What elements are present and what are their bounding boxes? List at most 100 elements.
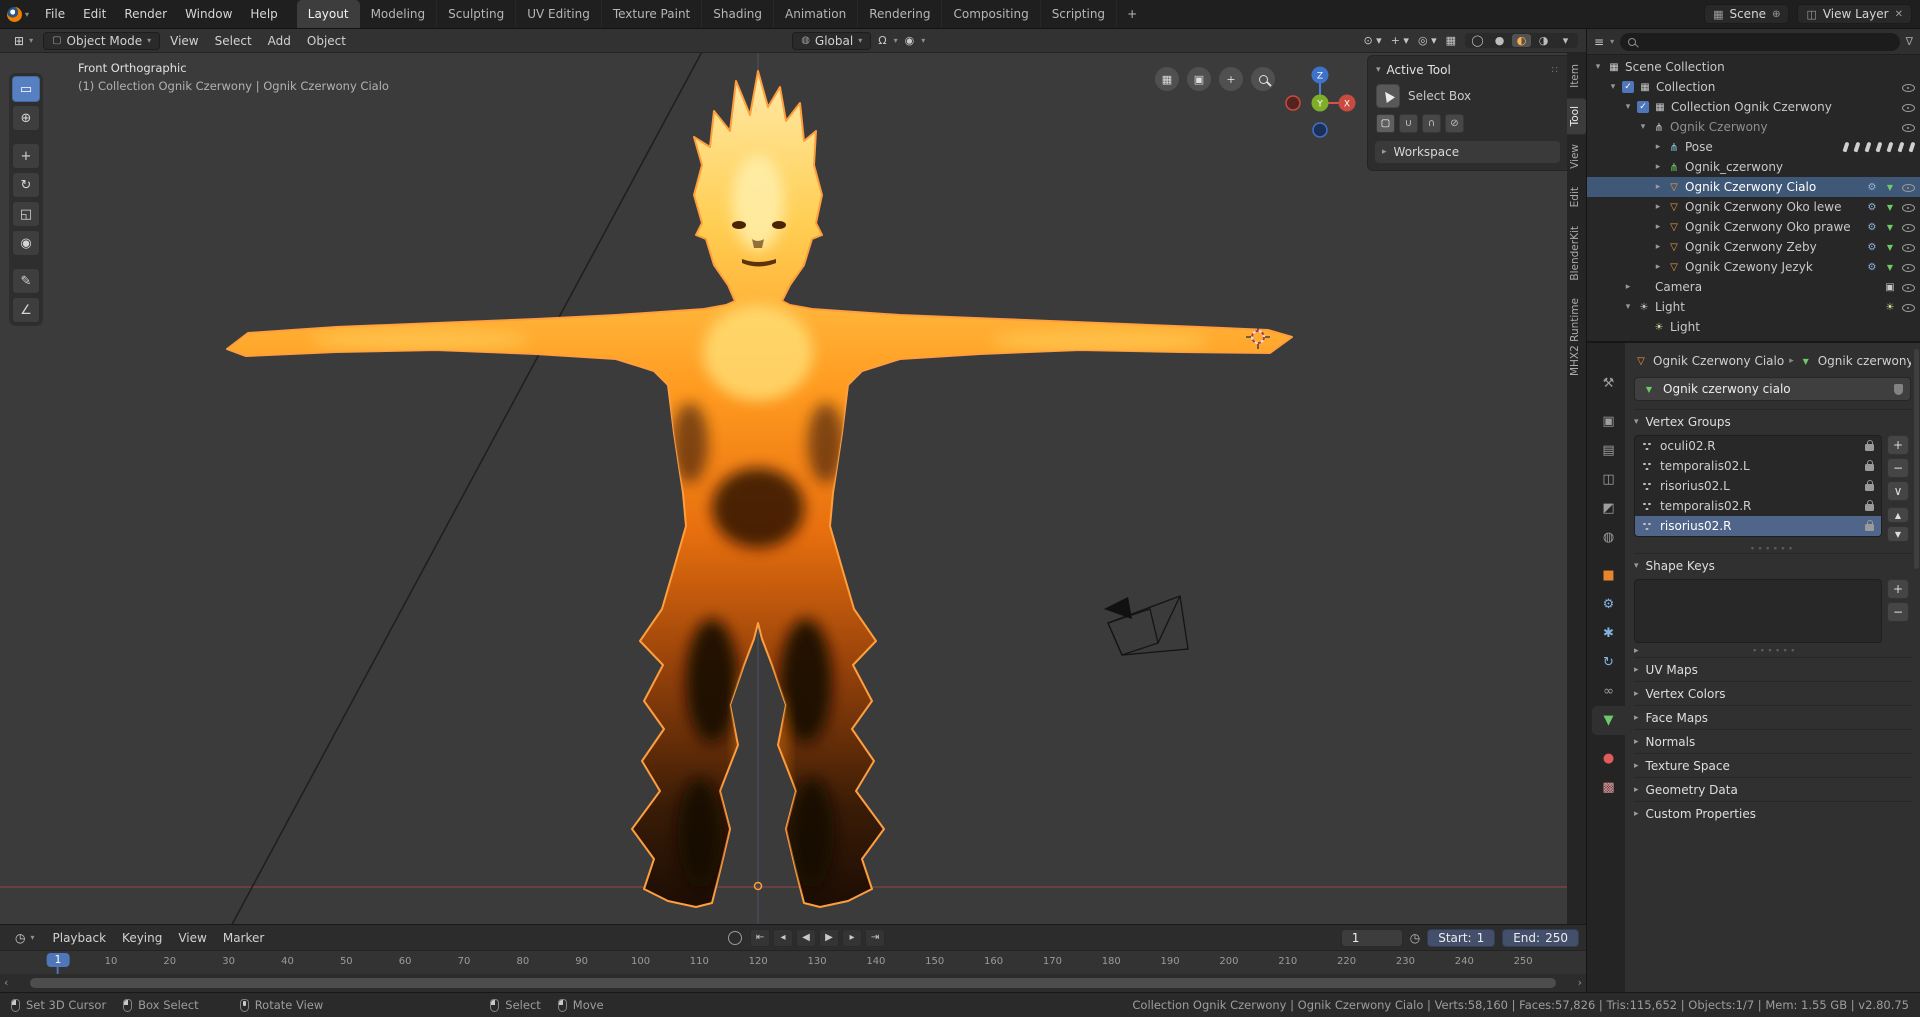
outliner-row[interactable]: ▸ Pose xyxy=(1587,137,1920,157)
timeline-editor-type-button[interactable]: ◷ ▾ xyxy=(7,930,43,946)
shading-material[interactable]: ◐ xyxy=(1512,34,1531,47)
collection-checkbox[interactable] xyxy=(1622,81,1634,93)
material-tab[interactable]: ● xyxy=(1592,744,1625,773)
properties-section-header[interactable]: ▸ Face Maps xyxy=(1634,705,1911,729)
object-data-tab[interactable]: ▼ xyxy=(1592,706,1625,735)
bone-icon[interactable] xyxy=(1908,140,1915,154)
new-scene-button[interactable]: ⊕ xyxy=(1772,9,1780,20)
meshdata-icon[interactable] xyxy=(1883,200,1897,214)
expand-arrow-icon[interactable]: ▸ xyxy=(1653,142,1663,152)
object-tab[interactable]: ■ xyxy=(1592,561,1625,590)
orbit-grid-icon[interactable]: ▦ xyxy=(1155,67,1179,91)
scroll-right-icon[interactable]: › xyxy=(1578,976,1582,989)
navigation-gizmo[interactable]: Z X Y xyxy=(1283,63,1357,139)
properties-section-header[interactable]: ▸ Custom Properties xyxy=(1634,801,1911,825)
properties-scrollbar[interactable] xyxy=(1914,349,1919,569)
eye-icon[interactable] xyxy=(1901,280,1915,294)
jump-to-end[interactable]: ⇥ xyxy=(865,928,886,947)
shading-rendered[interactable]: ◑ xyxy=(1534,34,1553,47)
gizmos-dropdown[interactable]: + ▾ xyxy=(1391,34,1409,47)
expand-arrow-icon[interactable]: ▸ xyxy=(1653,222,1663,232)
proportional-editing-toggle[interactable]: ◉ xyxy=(905,34,915,47)
eye-icon[interactable] xyxy=(1901,200,1915,214)
sidebar-tab[interactable]: Tool xyxy=(1567,97,1586,135)
tool-tab[interactable]: ⚒ xyxy=(1592,369,1625,398)
select-mode-new[interactable]: ▢ xyxy=(1376,114,1395,133)
bone-icon[interactable] xyxy=(1864,140,1871,154)
properties-section-header[interactable]: ▸ Geometry Data xyxy=(1634,777,1911,801)
wrench-icon[interactable] xyxy=(1865,220,1879,234)
vertex-groups-header[interactable]: ▾ Vertex Groups xyxy=(1634,409,1911,433)
lock-icon[interactable] xyxy=(1865,520,1874,531)
topbar-menu[interactable]: Help xyxy=(241,0,286,28)
eye-icon[interactable] xyxy=(1901,220,1915,234)
expand-arrow-icon[interactable]: ▸ xyxy=(1653,202,1663,212)
outliner-row[interactable]: ▸ Ognik Czerwony Zeby xyxy=(1587,237,1920,257)
use-preview-range-icon[interactable]: ◷ xyxy=(1410,931,1420,945)
shape-key-list[interactable] xyxy=(1634,579,1882,643)
jump-to-start[interactable]: ⇤ xyxy=(750,928,771,947)
outliner-row[interactable]: ▾ Collection xyxy=(1587,77,1920,97)
move-tool[interactable]: + xyxy=(12,143,40,169)
camdata-icon[interactable] xyxy=(1883,280,1897,294)
select-box-tool[interactable]: ▭ xyxy=(12,76,40,102)
zoom-view-icon[interactable] xyxy=(1251,67,1275,91)
shading-wireframe[interactable]: ◯ xyxy=(1468,34,1487,47)
wrench-icon[interactable] xyxy=(1865,200,1879,214)
outliner-row[interactable]: ▸ Camera xyxy=(1587,277,1920,297)
topbar-menu[interactable]: Window xyxy=(176,0,241,28)
viewport-menu[interactable]: View xyxy=(162,33,206,49)
scene-tab[interactable]: ◩ xyxy=(1592,494,1625,523)
timeline-menu[interactable]: View xyxy=(170,930,214,946)
wrench-icon[interactable] xyxy=(1865,240,1879,254)
meshdata-icon[interactable] xyxy=(1883,240,1897,254)
annotate-tool[interactable]: ✎ xyxy=(12,268,40,294)
modifiers-tab[interactable]: ⚙ xyxy=(1592,590,1625,619)
lightdata-icon[interactable] xyxy=(1883,300,1897,314)
wrench-icon[interactable] xyxy=(1865,260,1879,274)
vertex-group-row[interactable]: risorius02.R xyxy=(1635,516,1881,536)
breadcrumb-object[interactable]: Ognik Czerwony Cialo xyxy=(1653,354,1784,368)
lock-icon[interactable] xyxy=(1865,440,1874,451)
viewport-canvas[interactable]: Front Orthographic (1) Collection Ognik … xyxy=(0,53,1567,924)
scene-selector[interactable]: ▦ Scene ⊕ xyxy=(1704,4,1790,24)
outliner-row[interactable]: Light xyxy=(1587,317,1920,337)
auto-keying-toggle[interactable] xyxy=(728,930,743,945)
select-mode-subtract[interactable]: ∩ xyxy=(1422,114,1441,133)
expand-arrow-icon[interactable]: ▸ xyxy=(1653,242,1663,252)
view-layer-tab[interactable]: ◫ xyxy=(1592,465,1625,494)
library-override-icon[interactable] xyxy=(1894,383,1903,395)
bone-icon[interactable] xyxy=(1886,140,1893,154)
vertex-group-row[interactable]: risorius02.L xyxy=(1635,476,1881,496)
shading-dropdown[interactable]: ▾ xyxy=(1556,34,1575,47)
shape-keys-header[interactable]: ▾ Shape Keys xyxy=(1634,553,1911,577)
bone-icon[interactable] xyxy=(1897,140,1904,154)
eye-icon[interactable] xyxy=(1901,300,1915,314)
mesh-name-field[interactable]: Ognik czerwony cialo xyxy=(1634,377,1911,401)
bone-icon[interactable] xyxy=(1842,140,1849,154)
workspace-tab[interactable]: Shading xyxy=(702,0,774,28)
eye-icon[interactable] xyxy=(1901,260,1915,274)
sidebar-tab[interactable]: Edit xyxy=(1567,179,1586,215)
lock-icon[interactable] xyxy=(1865,500,1874,511)
render-tab[interactable]: ▣ xyxy=(1592,407,1625,436)
remove-view-layer-button[interactable]: ✕ xyxy=(1895,9,1903,20)
properties-section-header[interactable]: ▸ Normals xyxy=(1634,729,1911,753)
topbar-menu[interactable]: Render xyxy=(115,0,176,28)
panel-drag-icon[interactable]: ∷ xyxy=(1552,65,1559,76)
topbar-menu[interactable]: File xyxy=(36,0,74,28)
eye-icon[interactable] xyxy=(1901,100,1915,114)
list-resize-handle[interactable] xyxy=(1639,647,1911,656)
outliner-search-input[interactable] xyxy=(1642,35,1892,48)
lock-icon[interactable] xyxy=(1865,480,1874,491)
add-vertex-group-button[interactable]: + xyxy=(1887,435,1909,455)
breadcrumb-data[interactable]: Ognik czerwony c xyxy=(1818,354,1911,368)
outliner-editor-icon[interactable]: ≡ xyxy=(1594,35,1604,49)
remove-vertex-group-button[interactable]: − xyxy=(1887,458,1909,478)
timeline-menu[interactable]: Keying xyxy=(114,930,170,946)
expand-arrow-icon[interactable]: ▸ xyxy=(1653,262,1663,272)
overlays-dropdown[interactable]: ◎ ▾ xyxy=(1418,34,1437,47)
mode-dropdown[interactable]: ▢ Object Mode ▾ xyxy=(43,31,161,50)
expand-arrow-icon[interactable]: ▸ xyxy=(1623,282,1633,292)
camera-view-icon[interactable]: ▣ xyxy=(1187,67,1211,91)
